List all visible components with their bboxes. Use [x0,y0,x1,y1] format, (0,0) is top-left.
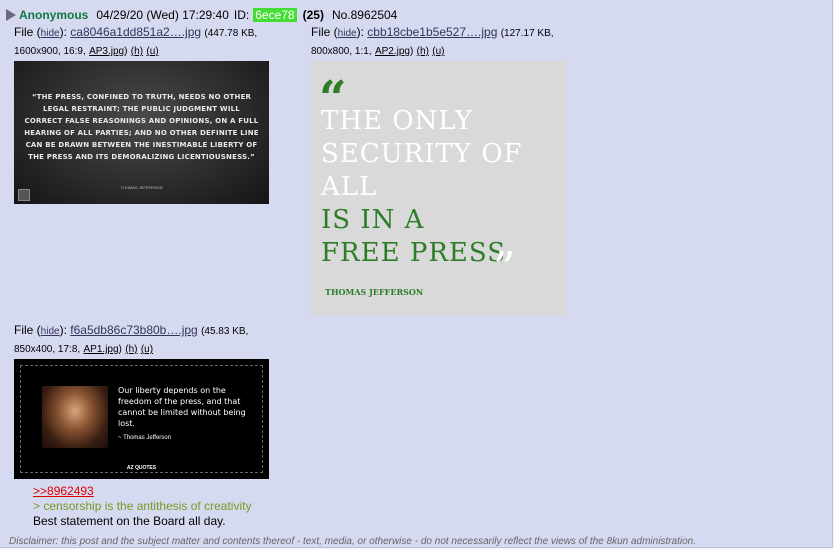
file-size: (45.83 KB, [201,326,249,337]
file-sep: ): [59,323,67,337]
post-intro: Anonymous 04/29/20 (Wed) 17:29:40 ID: 6e… [6,6,397,24]
hash-link[interactable]: (h) [125,344,137,355]
image-quote-text: “THE PRESS, CONFINED TO TRUTH, NEEDS NO … [24,93,259,161]
image-author-text: ~ Thomas Jefferson [118,435,171,441]
post-reference-link[interactable]: >>8962493 [33,484,94,498]
hash-link[interactable]: (h) [417,46,429,57]
file-orig-link[interactable]: AP3.jpg [89,46,124,57]
brand-logo-text: AZ QUOTES [126,465,157,471]
file-prefix: File ( [14,323,41,337]
image-thumbnail-3[interactable]: Our liberty depends on the freedom of th… [14,359,269,479]
file-name-link[interactable]: ca8046a1dd851a2….jpg [70,25,201,39]
image-quote-text: Our liberty depends on the freedom of th… [118,386,246,428]
image-line-2: SECURITY OF [321,139,523,169]
image-line-1: THE ONLY [321,106,474,136]
file-info-2: File (hide): cbb18cbe1b5e527….jpg (127.1… [311,25,554,57]
id-label: ID: [233,8,250,22]
image-line-4: IS IN A [321,205,425,235]
disclaimer-text: Disclaimer: this post and the subject ma… [9,536,696,547]
logo-icon [18,189,30,201]
image-line-5: FREE PRESS [321,238,507,268]
image-thumbnail-1[interactable]: “THE PRESS, CONFINED TO TRUTH, NEEDS NO … [14,61,269,204]
image-author-text: THOMAS JEFFERSON [325,287,424,297]
upload-link[interactable]: (u) [146,46,158,57]
poster-name: Anonymous [19,8,89,22]
jefferson-portrait-image [42,386,108,448]
image-line-3: ALL [321,172,378,202]
file-sep: ): [356,25,364,39]
hide-link[interactable]: hide [41,28,60,39]
file-name-link[interactable]: cbb18cbe1b5e527….jpg [367,25,497,39]
post-container: Anonymous 04/29/20 (Wed) 17:29:40 ID: 6e… [0,0,833,548]
post-body: >>8962493 > censorship is the antithesis… [33,484,251,529]
post-text: Best statement on the Board all day. [33,514,226,528]
file-sep: ): [59,25,67,39]
file-info-1: File (hide): ca8046a1dd851a2….jpg (447.7… [14,25,258,57]
file-prefix: File ( [311,25,338,39]
hide-link[interactable]: hide [338,28,357,39]
upload-link[interactable]: (u) [141,344,153,355]
file-orig-link[interactable]: AP2.jpg [375,46,410,57]
file-size: (447.78 KB, [204,28,258,39]
file-name-link[interactable]: f6a5db86c73b80b….jpg [70,323,197,337]
file-size: (127.17 KB, [500,28,554,39]
file-dims: 850x400, 17:8, [14,344,81,355]
file-orig-link[interactable]: AP1.jpg [84,344,119,355]
post-number[interactable]: No.8962504 [332,8,397,22]
close-quote-icon: ” [493,243,516,294]
hash-link[interactable]: (h) [131,46,143,57]
file-prefix: File ( [14,25,41,39]
reply-count: (25) [302,8,324,22]
post-menu-arrow-icon[interactable] [6,9,16,21]
file-dims: 800x800, 1:1, [311,46,372,57]
poster-id[interactable]: 6ece78 [253,8,297,22]
image-thumbnail-2[interactable]: “ THE ONLY SECURITY OF ALL IS IN A FREE … [311,61,566,316]
file-dims: 1600x900, 16:9, [14,46,86,57]
greentext-line: > censorship is the antithesis of creati… [33,499,252,513]
upload-link[interactable]: (u) [432,46,444,57]
hide-link[interactable]: hide [41,326,60,337]
post-date: 04/29/20 (Wed) 17:29:40 [96,8,229,22]
image-author-text: THOMAS JEFFERSON [120,185,163,190]
file-info-3: File (hide): f6a5db86c73b80b….jpg (45.83… [14,323,249,355]
